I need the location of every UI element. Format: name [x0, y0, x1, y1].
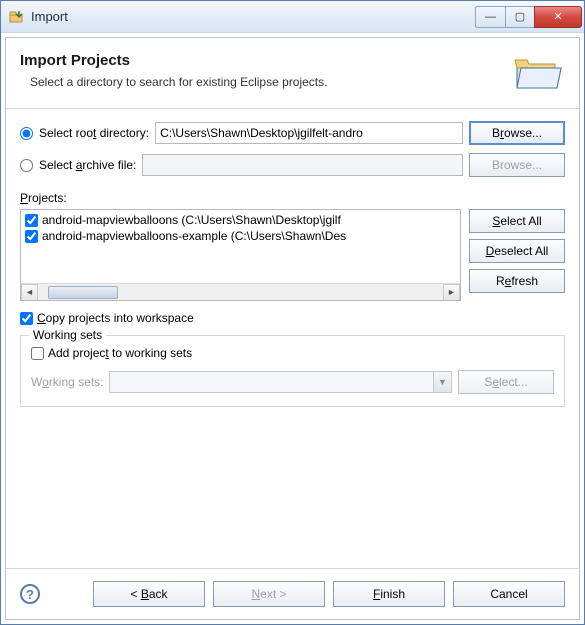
deselect-all-button[interactable]: Deselect All	[469, 239, 565, 263]
project-item-label: android-mapviewballoons-example (C:\User…	[42, 229, 346, 243]
projects-area: android-mapviewballoons (C:\Users\Shawn\…	[20, 209, 565, 301]
folder-open-icon	[513, 52, 565, 94]
horizontal-scrollbar[interactable]: ◄ ►	[21, 283, 460, 300]
scroll-left-arrow-icon[interactable]: ◄	[21, 284, 38, 301]
root-directory-radio[interactable]	[20, 127, 33, 140]
browse-archive-button: Browse...	[469, 153, 565, 177]
copy-projects-label: Copy projects into workspace	[37, 311, 194, 325]
cancel-button[interactable]: Cancel	[453, 581, 565, 607]
copy-projects-checkbox[interactable]	[20, 312, 33, 325]
import-wizard-icon	[9, 9, 25, 25]
root-directory-row: Select root directory: Browse...	[20, 121, 565, 145]
window-title: Import	[31, 9, 475, 24]
project-item[interactable]: android-mapviewballoons (C:\Users\Shawn\…	[23, 212, 458, 228]
dialog-content: Import Projects Select a directory to se…	[5, 37, 580, 620]
root-directory-label: Select root directory:	[39, 126, 149, 140]
page-title: Import Projects	[20, 52, 513, 69]
scroll-right-arrow-icon[interactable]: ►	[443, 284, 460, 301]
projects-label: Projects:	[20, 191, 565, 205]
project-checkbox[interactable]	[25, 214, 38, 227]
titlebar[interactable]: Import — ▢ ✕	[1, 1, 584, 33]
archive-file-radio[interactable]	[20, 159, 33, 172]
working-sets-group: Working sets Add project to working sets…	[20, 335, 565, 407]
chevron-down-icon: ▼	[433, 372, 451, 392]
projects-list[interactable]: android-mapviewballoons (C:\Users\Shawn\…	[20, 209, 461, 301]
close-button[interactable]: ✕	[534, 6, 582, 28]
page-description: Select a directory to search for existin…	[30, 75, 513, 89]
wizard-footer: ? < Back Next > Finish Cancel	[6, 568, 579, 619]
select-working-sets-button: Select...	[458, 370, 554, 394]
select-all-button[interactable]: Select All	[469, 209, 565, 233]
browse-root-button[interactable]: Browse...	[469, 121, 565, 145]
project-checkbox[interactable]	[25, 230, 38, 243]
help-icon[interactable]: ?	[20, 584, 40, 604]
add-to-working-sets-label: Add project to working sets	[48, 346, 192, 360]
copy-projects-row: Copy projects into workspace	[20, 311, 565, 325]
finish-button[interactable]: Finish	[333, 581, 445, 607]
refresh-button[interactable]: Refresh	[469, 269, 565, 293]
scroll-track[interactable]	[38, 284, 443, 301]
archive-file-row: Select archive file: Browse...	[20, 153, 565, 177]
archive-file-input[interactable]	[142, 154, 463, 176]
next-button: Next >	[213, 581, 325, 607]
working-sets-label: Working sets:	[31, 375, 103, 389]
minimize-button[interactable]: —	[475, 6, 505, 28]
project-item-label: android-mapviewballoons (C:\Users\Shawn\…	[42, 213, 341, 227]
root-directory-input[interactable]	[155, 122, 463, 144]
project-item[interactable]: android-mapviewballoons-example (C:\User…	[23, 228, 458, 244]
scroll-thumb[interactable]	[48, 286, 118, 299]
wizard-main: Select root directory: Browse... Select …	[6, 109, 579, 568]
archive-file-label: Select archive file:	[39, 158, 136, 172]
import-dialog: Import — ▢ ✕ Import Projects Select a di…	[0, 0, 585, 625]
maximize-button[interactable]: ▢	[505, 6, 535, 28]
wizard-banner: Import Projects Select a directory to se…	[6, 38, 579, 109]
add-to-working-sets-checkbox[interactable]	[31, 347, 44, 360]
working-sets-select: ▼	[109, 371, 452, 393]
back-button[interactable]: < Back	[93, 581, 205, 607]
working-sets-legend: Working sets	[29, 328, 106, 342]
